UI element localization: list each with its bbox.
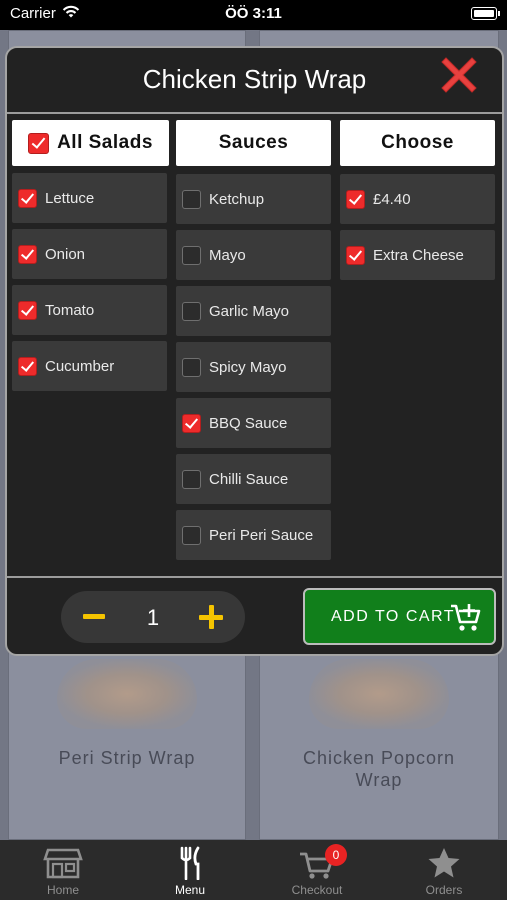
option-label: Chilli Sauce bbox=[209, 470, 289, 488]
option-onion[interactable]: Onion bbox=[12, 229, 167, 279]
checkbox-unchecked[interactable] bbox=[182, 301, 201, 321]
checkbox-checked[interactable] bbox=[346, 189, 365, 209]
checkbox-checked[interactable] bbox=[18, 188, 37, 208]
option-label: Spicy Mayo bbox=[209, 358, 287, 376]
status-bar: Carrier ÖÖ 3:11 bbox=[0, 0, 507, 30]
sauces-header-label: Sauces bbox=[218, 132, 289, 153]
option-label: £4.40 bbox=[373, 190, 411, 208]
all-salads-toggle[interactable]: All Salads bbox=[12, 120, 169, 166]
option-garlic-mayo[interactable]: Garlic Mayo bbox=[176, 286, 331, 336]
all-salads-checkbox[interactable] bbox=[28, 132, 50, 154]
option-label: Extra Cheese bbox=[373, 246, 464, 264]
option-ketchup[interactable]: Ketchup bbox=[176, 174, 331, 224]
tab-label: Home bbox=[46, 883, 79, 897]
quantity-stepper: 1 bbox=[61, 591, 245, 643]
option-label: Mayo bbox=[209, 246, 246, 264]
cart-count-badge: 0 bbox=[325, 844, 347, 866]
menu-card-chicken-popcorn-wrap[interactable]: Chicken Popcorn Wrap bbox=[259, 650, 499, 840]
checkbox-checked[interactable] bbox=[346, 245, 365, 265]
item-options-modal: Chicken Strip Wrap All Salads Sauces Cho… bbox=[5, 46, 504, 656]
store-icon bbox=[43, 848, 83, 879]
battery-icon bbox=[471, 7, 500, 20]
bottom-tab-bar: Home Menu 0 Checkout Orders bbox=[0, 840, 507, 900]
option-label: Lettuce bbox=[45, 189, 95, 207]
salads-header-label: All Salads bbox=[57, 132, 153, 153]
checkbox-unchecked[interactable] bbox=[182, 357, 201, 377]
option-mayo[interactable]: Mayo bbox=[176, 230, 331, 280]
checkbox-unchecked[interactable] bbox=[182, 189, 201, 209]
option-label: Tomato bbox=[45, 301, 95, 319]
checkbox-unchecked[interactable] bbox=[182, 525, 201, 545]
option-tomato[interactable]: Tomato bbox=[12, 285, 167, 335]
menu-card-peri-strip-wrap[interactable]: Peri Strip Wrap bbox=[8, 650, 246, 840]
tab-menu[interactable]: Menu bbox=[127, 840, 253, 900]
close-button[interactable] bbox=[436, 52, 482, 98]
choose-header-label: Choose bbox=[381, 132, 454, 153]
wrap-image bbox=[57, 659, 197, 729]
add-to-cart-button[interactable]: ADD TO CART bbox=[303, 588, 496, 645]
add-to-cart-label: ADD TO CART bbox=[331, 607, 456, 625]
menu-card-title: Peri Strip Wrap bbox=[58, 748, 196, 768]
footer-divider bbox=[7, 576, 502, 578]
tab-orders[interactable]: Orders bbox=[381, 840, 507, 900]
fork-knife-icon bbox=[180, 846, 200, 880]
checkbox-unchecked[interactable] bbox=[182, 245, 201, 265]
tab-home[interactable]: Home bbox=[0, 840, 126, 900]
tab-label: Orders bbox=[425, 883, 463, 897]
status-time: ÖÖ 3:11 bbox=[225, 5, 282, 22]
checkbox-checked[interactable] bbox=[182, 413, 201, 433]
option-cucumber[interactable]: Cucumber bbox=[12, 341, 167, 391]
option-chilli-sauce[interactable]: Chilli Sauce bbox=[176, 454, 331, 504]
star-icon bbox=[428, 848, 460, 878]
menu-card-title: Chicken Popcorn Wrap bbox=[302, 748, 456, 790]
option-price[interactable]: £4.40 bbox=[340, 174, 495, 224]
tab-label: Checkout bbox=[291, 883, 343, 897]
option-label: Cucumber bbox=[45, 357, 115, 375]
wrap-image bbox=[309, 659, 449, 729]
option-spicy-mayo[interactable]: Spicy Mayo bbox=[176, 342, 331, 392]
checkbox-checked[interactable] bbox=[18, 356, 37, 376]
modal-title: Chicken Strip Wrap bbox=[142, 64, 367, 94]
close-icon bbox=[441, 57, 477, 93]
plus-icon[interactable] bbox=[199, 605, 223, 629]
choose-header: Choose bbox=[340, 120, 495, 166]
checkbox-checked[interactable] bbox=[18, 300, 37, 320]
option-bbq-sauce[interactable]: BBQ Sauce bbox=[176, 398, 331, 448]
option-label: Peri Peri Sauce bbox=[209, 526, 314, 544]
option-lettuce[interactable]: Lettuce bbox=[12, 173, 167, 223]
cart-plus-icon bbox=[451, 604, 481, 631]
option-label: Onion bbox=[45, 245, 86, 263]
option-peri-peri-sauce[interactable]: Peri Peri Sauce bbox=[176, 510, 331, 560]
checkbox-checked[interactable] bbox=[18, 244, 37, 264]
option-label: BBQ Sauce bbox=[209, 414, 288, 432]
tab-label: Menu bbox=[174, 883, 206, 897]
option-label: Garlic Mayo bbox=[209, 302, 290, 320]
option-label: Ketchup bbox=[209, 190, 265, 208]
sauces-header: Sauces bbox=[176, 120, 331, 166]
modal-header: Chicken Strip Wrap bbox=[7, 48, 502, 114]
tab-checkout[interactable]: 0 Checkout bbox=[254, 840, 380, 900]
checkbox-unchecked[interactable] bbox=[182, 469, 201, 489]
option-extra-cheese[interactable]: Extra Cheese bbox=[340, 230, 495, 280]
